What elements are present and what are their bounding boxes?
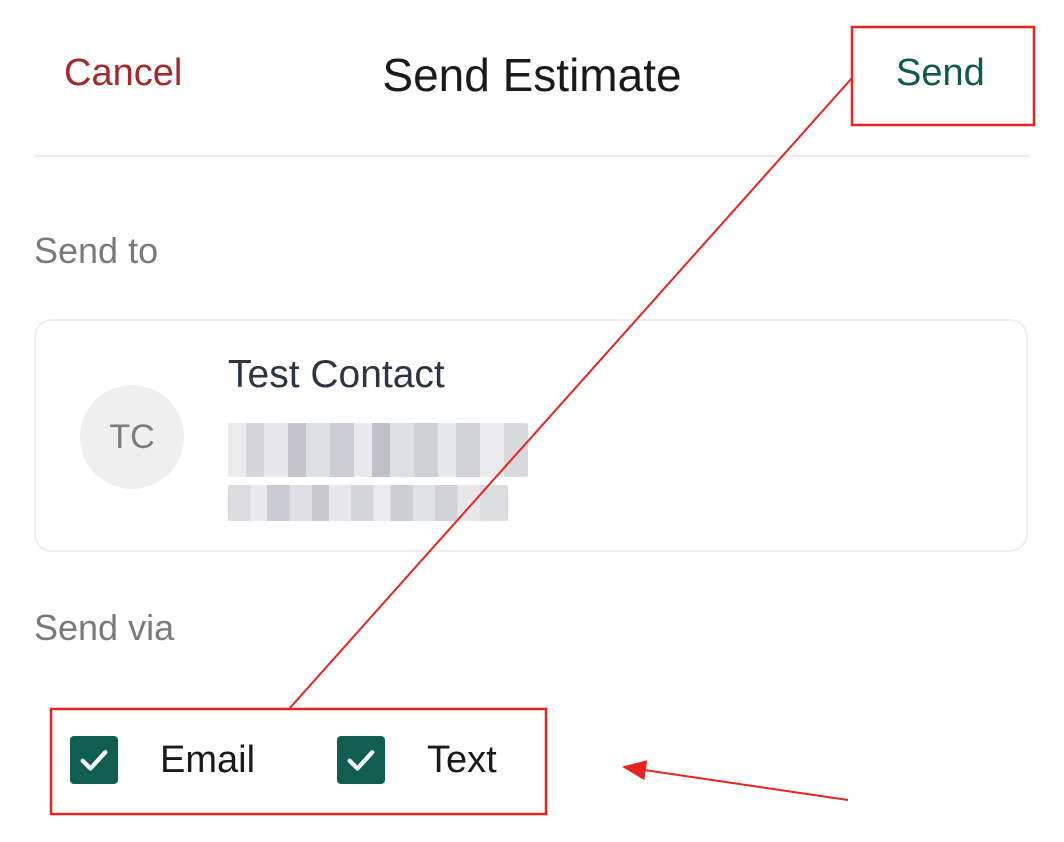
- contact-card[interactable]: TC Test Contact: [34, 319, 1028, 552]
- pointer-arrow: [622, 760, 849, 801]
- email-checkbox[interactable]: [70, 736, 118, 784]
- check-icon: [347, 750, 375, 771]
- email-option[interactable]: Email: [70, 736, 255, 784]
- header-bar: Cancel Send Estimate Send: [0, 0, 1064, 156]
- redacted-contact-phone: [228, 485, 508, 521]
- text-option-label: Text: [427, 738, 497, 781]
- send-estimate-screen: Cancel Send Estimate Send Send to TC Tes…: [0, 0, 1064, 842]
- send-button[interactable]: Send: [896, 52, 985, 95]
- send-to-label: Send to: [34, 230, 159, 271]
- avatar: TC: [80, 385, 184, 489]
- send-via-options: Email Text: [70, 735, 497, 785]
- header-divider: [34, 155, 1030, 157]
- text-checkbox[interactable]: [337, 736, 386, 784]
- send-via-label: Send via: [34, 607, 175, 648]
- check-icon: [80, 750, 108, 771]
- email-option-label: Email: [160, 738, 256, 781]
- redacted-contact-email: [228, 423, 528, 477]
- contact-name: Test Contact: [228, 353, 445, 396]
- text-option[interactable]: Text: [337, 736, 497, 784]
